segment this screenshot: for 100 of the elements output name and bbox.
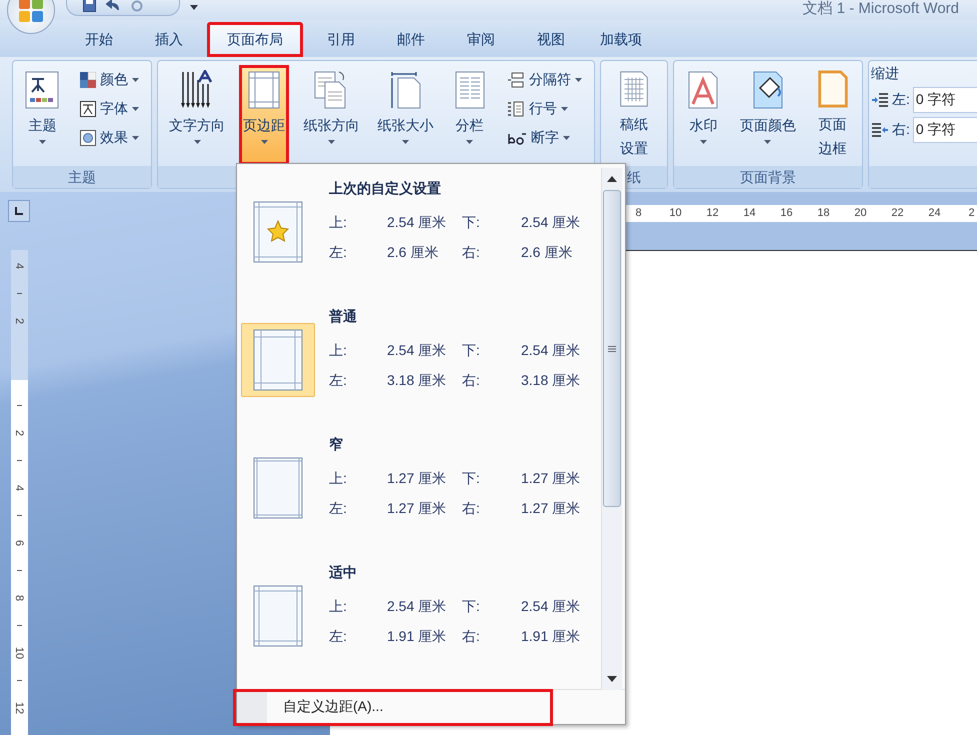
margin-label: 下: bbox=[462, 342, 481, 360]
ruler-number: 4 bbox=[14, 484, 26, 491]
margin-label: 上: bbox=[329, 598, 348, 616]
indent-left-icon bbox=[871, 92, 889, 108]
custom-margins-item[interactable]: 自定义边距(A)... bbox=[233, 688, 553, 726]
line-numbers-button[interactable]: 行号 bbox=[502, 96, 587, 122]
caret-icon bbox=[574, 78, 582, 82]
breaks-button[interactable]: 分隔符 bbox=[502, 67, 587, 93]
office-logo-icon bbox=[18, 0, 44, 23]
watermark-button[interactable]: 水印 bbox=[681, 65, 726, 165]
field-label: 左: bbox=[892, 91, 910, 109]
ruler-number: 12 bbox=[14, 701, 26, 714]
ribbon-tab[interactable]: 开始 bbox=[64, 22, 134, 57]
ruler-number: 18 bbox=[817, 207, 830, 219]
margin-label: 上: bbox=[329, 470, 348, 488]
ribbon-tab[interactable]: 审阅 bbox=[446, 22, 516, 57]
save-button[interactable] bbox=[83, 0, 96, 12]
undo-button[interactable] bbox=[106, 0, 120, 12]
caret-icon bbox=[700, 140, 707, 144]
margin-label: 下: bbox=[462, 214, 481, 232]
margin-label: 左: bbox=[329, 372, 348, 390]
ribbon-tab[interactable]: 页面布局 bbox=[207, 22, 303, 57]
margin-label: 左: bbox=[329, 244, 348, 262]
scrollbar[interactable] bbox=[601, 168, 622, 690]
margin-value: 2.54 厘米 bbox=[387, 214, 448, 232]
margin-value: 1.27 厘米 bbox=[521, 500, 582, 518]
margin-value: 2.54 厘米 bbox=[387, 342, 448, 360]
caret-icon bbox=[764, 140, 772, 144]
customize-toolbar-button[interactable] bbox=[190, 2, 198, 10]
margin-value: 2.6 厘米 bbox=[387, 244, 440, 262]
numbered-lines-icon bbox=[506, 101, 525, 117]
margin-label: 上: bbox=[329, 342, 348, 360]
fonts-button[interactable]: 字体 bbox=[74, 96, 144, 122]
margin-label: 下: bbox=[462, 470, 481, 488]
font-square-icon bbox=[80, 101, 96, 117]
indent-input[interactable]: 0 字符 bbox=[912, 87, 977, 113]
margins-button[interactable]: 页边距 bbox=[239, 65, 290, 165]
margin-value: 3.18 厘米 bbox=[521, 372, 582, 390]
margin-preset[interactable]: 上次的自定义设置 上: 2.54 厘米 下: 2.54 厘米 左: 2.6 厘米 右: 2.6 厘米 bbox=[237, 178, 599, 306]
indent-heading: 缩进 bbox=[871, 65, 899, 83]
margins-page-icon bbox=[253, 457, 303, 519]
ruler-number: 14 bbox=[743, 207, 756, 219]
caret-icon bbox=[190, 2, 198, 10]
grip-icon bbox=[608, 346, 616, 352]
ruler-number: 2 bbox=[14, 429, 26, 436]
columns-button[interactable]: 分栏 bbox=[448, 65, 492, 165]
page-break-icon bbox=[506, 72, 525, 88]
preset-name: 普通 bbox=[329, 307, 358, 326]
ribbon-tab[interactable]: 视图 bbox=[516, 22, 586, 57]
effects-button[interactable]: 效果 bbox=[74, 125, 144, 151]
caret-icon bbox=[402, 140, 410, 144]
preset-name: 上次的自定义设置 bbox=[329, 179, 442, 198]
ruler-number: 16 bbox=[780, 207, 793, 219]
margin-preset[interactable]: 普通 上: 2.54 厘米 下: 2.54 厘米 左: 3.18 厘米 右: 3.18 厘米 bbox=[237, 306, 599, 434]
margin-preset[interactable]: 窄 上: 1.27 厘米 下: 1.27 厘米 左: 1.27 厘米 右: 1.27 厘米 bbox=[237, 434, 599, 562]
hyphenation-button[interactable]: 断字 bbox=[502, 125, 587, 151]
ruler-number: 2 bbox=[968, 207, 975, 219]
undo-arrow-icon bbox=[106, 0, 120, 12]
margin-label: 左: bbox=[329, 628, 348, 646]
ruler-number: 8 bbox=[14, 594, 26, 601]
indent-input[interactable]: 0 字符 bbox=[912, 117, 977, 143]
caret-icon bbox=[194, 140, 201, 144]
preset-name: 适中 bbox=[329, 563, 358, 582]
margin-value: 2.54 厘米 bbox=[521, 598, 582, 616]
margin-value: 3.18 厘米 bbox=[387, 372, 448, 390]
page-borders-button[interactable]: 页面边框 bbox=[810, 65, 855, 165]
ruler-number: 12 bbox=[706, 207, 719, 219]
margin-value: 1.91 厘米 bbox=[521, 628, 582, 646]
ribbon-tab[interactable]: 引用 bbox=[306, 22, 376, 57]
margin-value: 2.54 厘米 bbox=[387, 598, 448, 616]
theme-button[interactable]: 主题 bbox=[20, 65, 64, 165]
margin-value: 2.6 厘米 bbox=[521, 244, 574, 262]
margin-value: 1.27 厘米 bbox=[387, 470, 448, 488]
tab-selector-button[interactable] bbox=[8, 200, 30, 222]
group-label: 主题 bbox=[13, 166, 151, 188]
tab-stop-icon bbox=[14, 206, 24, 216]
effects-circle-icon bbox=[80, 130, 96, 146]
text-direction-button[interactable]: 文字方向 bbox=[165, 65, 230, 165]
colors-button[interactable]: 颜色 bbox=[74, 67, 144, 93]
caret-icon bbox=[328, 140, 335, 144]
scrollbar-thumb[interactable] bbox=[603, 190, 621, 507]
ribbon-tab[interactable]: 加载项 bbox=[586, 22, 656, 57]
ruler-number: 6 bbox=[14, 539, 26, 546]
caret-icon bbox=[562, 136, 570, 140]
ribbon-tab[interactable]: 邮件 bbox=[376, 22, 446, 57]
color-squares-icon bbox=[80, 72, 96, 88]
margin-preset[interactable]: 适中 上: 2.54 厘米 下: 2.54 厘米 左: 1.91 厘米 右: 1.91 厘米 bbox=[237, 562, 599, 689]
ruler-number: 10 bbox=[14, 646, 26, 659]
margin-label: 左: bbox=[329, 500, 348, 518]
indent-right-icon bbox=[871, 122, 889, 138]
ribbon-tab[interactable]: 插入 bbox=[134, 22, 204, 57]
preset-name: 窄 bbox=[329, 435, 344, 454]
size-button[interactable]: 纸张大小 bbox=[374, 65, 438, 165]
down-arrow-icon bbox=[607, 676, 617, 682]
manuscript-button[interactable]: 稿纸设置 bbox=[612, 65, 656, 165]
page-color-button[interactable]: 页面颜色 bbox=[736, 65, 800, 165]
caret-icon bbox=[132, 136, 139, 140]
margin-label: 下: bbox=[462, 598, 481, 616]
up-arrow-icon bbox=[607, 176, 617, 182]
ruler-number: 24 bbox=[928, 207, 941, 219]
